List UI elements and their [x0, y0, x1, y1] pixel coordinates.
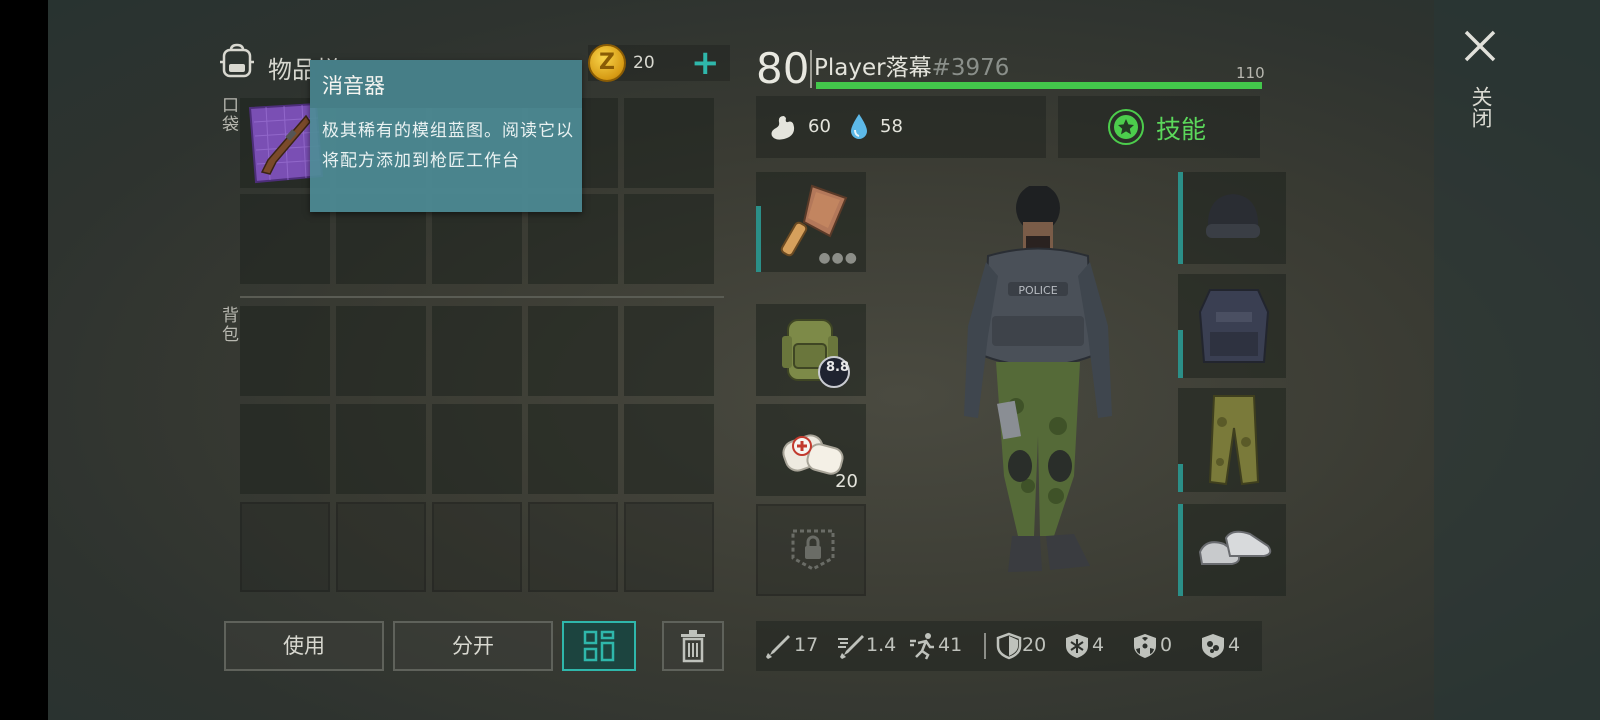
backpack-slot[interactable] [336, 306, 426, 396]
item-tooltip: 消音器 极其稀有的模组蓝图。阅读它以将配方添加到枪匠工作台 [310, 60, 582, 212]
beanie-icon [1206, 194, 1260, 238]
more-options-icon[interactable]: ●●● [818, 250, 858, 266]
tooltip-description: 极其稀有的模组蓝图。阅读它以将配方添加到枪匠工作台 [322, 121, 574, 171]
pocket-label: 口袋 [218, 96, 238, 134]
radiation-resist-value: 0 [1160, 634, 1173, 656]
player-character: POLICE [964, 186, 1112, 572]
grid-sort-icon [583, 630, 615, 662]
sword-icon [766, 635, 790, 659]
body-slot[interactable] [1178, 274, 1286, 378]
head-slot[interactable] [1178, 172, 1286, 264]
backpack-slot-locked[interactable] [432, 502, 522, 592]
vitals-box: 60 58 [756, 96, 1046, 158]
coin-icon: Z [588, 44, 626, 82]
level-separator [810, 50, 812, 88]
legs-slot[interactable] [1178, 388, 1286, 492]
xp-next-value: 110 [1236, 64, 1265, 82]
backpack-slot-locked[interactable] [624, 502, 714, 592]
lock-pocket-icon [791, 529, 835, 571]
durability-bar [1178, 504, 1183, 596]
add-coins-button[interactable]: + [691, 43, 720, 83]
weapon-slot[interactable]: ●●● [756, 172, 866, 272]
inventory-screen: 物品栏 Z 20 + 口袋 背包 消音器 极其稀有的模组蓝图。阅读它以将配方添加… [48, 0, 1600, 720]
toxic-shield-icon [1202, 634, 1224, 658]
backpack-slot-equipped[interactable]: 8.8 [756, 304, 866, 396]
durability-bar [1178, 172, 1183, 264]
skills-button[interactable]: 技能 [1058, 96, 1260, 158]
backpack-slot[interactable] [624, 404, 714, 494]
backpack-slot[interactable] [528, 404, 618, 494]
split-button[interactable]: 分开 [393, 621, 553, 671]
stats-separator [984, 633, 986, 659]
cold-resist-value: 4 [1092, 634, 1105, 656]
radiation-shield-icon [1134, 634, 1156, 658]
police-vest-icon [1198, 289, 1270, 363]
backpack-label: 背包 [218, 306, 238, 344]
water-drop-icon [851, 114, 867, 139]
camo-pants-icon [1208, 395, 1260, 486]
skills-label: 技能 [1156, 115, 1207, 144]
bandage-count: 20 [835, 471, 858, 492]
attack-value: 17 [794, 634, 819, 656]
cold-shield-icon [1066, 634, 1088, 658]
close-label[interactable]: 关闭 [1466, 86, 1496, 128]
durability-bar [1178, 464, 1183, 492]
player-level: 80 [756, 44, 810, 93]
feet-slot[interactable] [1178, 504, 1286, 596]
player-tag: #3976 [931, 55, 1010, 81]
sneakers-icon [1198, 530, 1272, 565]
backpack-slot[interactable] [432, 306, 522, 396]
move-speed-value: 41 [938, 634, 963, 656]
attack-speed-icon [838, 635, 864, 659]
backpack-slot-locked[interactable] [336, 502, 426, 592]
skill-star-icon [1108, 109, 1144, 145]
running-icon [910, 633, 934, 660]
armor-shield-icon [996, 632, 1022, 660]
military-backpack-icon [782, 319, 850, 388]
player-name-block: Player落幕#3976 [814, 48, 1009, 82]
durability-bar [1178, 330, 1183, 378]
xp-bar [816, 82, 1262, 89]
trash-icon [681, 630, 705, 663]
backpack-slot-locked[interactable] [240, 502, 330, 592]
close-icon[interactable] [1460, 26, 1500, 66]
use-button[interactable]: 使用 [224, 621, 384, 671]
toxic-resist-value: 4 [1228, 634, 1241, 656]
backpack-slot[interactable] [336, 404, 426, 494]
armor-value: 20 [1022, 634, 1047, 656]
svg-text:POLICE: POLICE [1018, 284, 1057, 297]
tooltip-title: 消音器 [310, 60, 582, 108]
coin-count: 20 [633, 53, 655, 73]
hunger-value: 60 [808, 116, 831, 137]
backpack-slot[interactable] [432, 404, 522, 494]
close-strip [1434, 0, 1600, 720]
pocket-slot[interactable] [624, 98, 714, 188]
stomach-icon [771, 116, 795, 140]
sort-button[interactable] [562, 621, 636, 671]
coin-display: Z 20 + [588, 43, 730, 83]
thirst-value: 58 [880, 116, 903, 137]
player-name: Player落幕 [814, 55, 932, 81]
backpack-slot[interactable] [240, 306, 330, 396]
combat-stats-bar: 17 1.4 41 20 4 0 4 [756, 621, 1262, 671]
backpack-slot[interactable] [624, 306, 714, 396]
backpack-slot[interactable] [240, 404, 330, 494]
backpack-slot-locked[interactable] [528, 502, 618, 592]
locked-pocket-slot[interactable] [756, 504, 866, 596]
backpack-badge: 8.8 [826, 360, 850, 375]
durability-bar [756, 206, 761, 272]
grid-divider [240, 296, 724, 298]
backpack-slot[interactable] [528, 306, 618, 396]
attack-speed-value: 1.4 [866, 634, 897, 656]
backpack-icon [220, 43, 254, 78]
pocket-slot[interactable] [624, 194, 714, 284]
delete-button[interactable] [662, 621, 724, 671]
consumable-slot[interactable]: 20 [756, 404, 866, 496]
